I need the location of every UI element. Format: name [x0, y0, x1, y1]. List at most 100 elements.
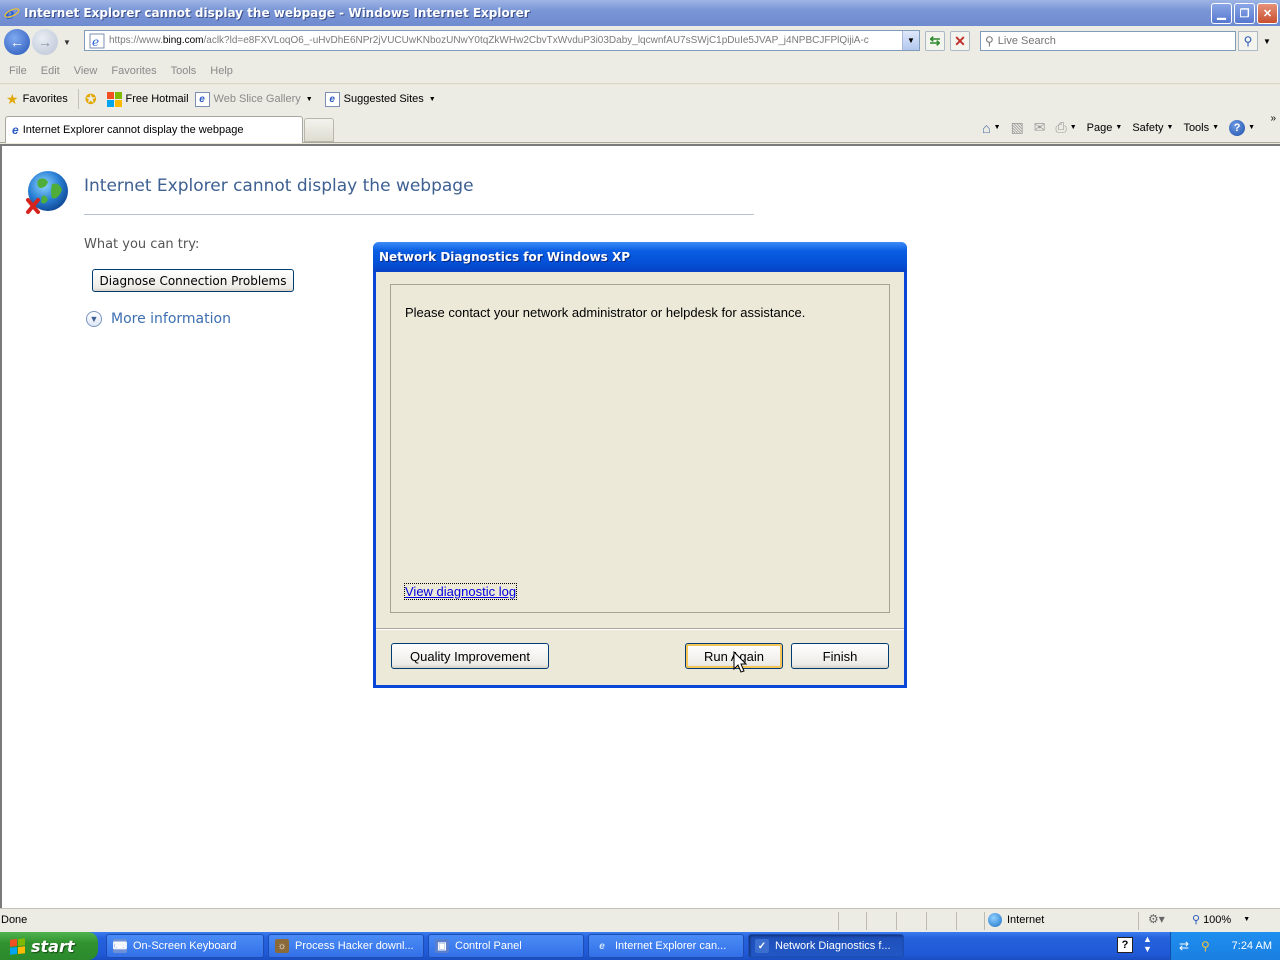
divider	[77, 89, 79, 109]
tab-row: e Internet Explorer cannot display the w…	[0, 113, 1280, 143]
magnifier-icon: ⚲	[1243, 34, 1253, 48]
home-button[interactable]: ⌂ ▼	[979, 120, 1003, 136]
page-menu[interactable]: Page ▼	[1084, 122, 1126, 134]
fav-free-hotmail[interactable]: Free Hotmail	[106, 91, 189, 107]
system-tray: ⇄ ⚲ 7:24 AM	[1170, 932, 1280, 960]
taskbar: start ⌨ On-Screen Keyboard ☼ Process Hac…	[0, 932, 1280, 960]
forward-arrow-icon: →	[38, 34, 52, 50]
scroll-arrows-icon[interactable]: ▲ ▼	[1143, 934, 1152, 954]
more-information-link[interactable]: ▼ More information	[86, 311, 231, 327]
taskbar-item-process-hacker[interactable]: ☼ Process Hacker downl...	[268, 934, 424, 958]
ie-page-icon: e	[324, 91, 340, 107]
finish-button[interactable]: Finish	[791, 643, 889, 669]
read-mail-button[interactable]: ✉	[1031, 119, 1049, 136]
search-tray-icon[interactable]: ⚲	[1201, 939, 1215, 953]
search-options-dropdown[interactable]: ▼	[1260, 31, 1274, 51]
windows-logo-icon	[106, 91, 122, 107]
status-divider	[866, 912, 867, 930]
maximize-button[interactable]: ❐	[1234, 3, 1255, 24]
zoom-level-label: 100%	[1203, 913, 1232, 926]
fav-suggested-label: Suggested Sites	[343, 93, 424, 105]
minimize-button[interactable]: ▁	[1211, 3, 1232, 24]
taskbar-item-onscreen-keyboard[interactable]: ⌨ On-Screen Keyboard	[106, 934, 264, 958]
network-diagnostics-icon: ✓	[755, 939, 769, 953]
close-button[interactable]: ✕	[1257, 3, 1278, 24]
taskbar-item-internet-explorer[interactable]: e Internet Explorer can...	[588, 934, 744, 958]
add-to-favorites-bar-button[interactable]: ✪	[85, 91, 101, 108]
new-tab-button[interactable]	[304, 118, 334, 142]
address-toolbar: ← → ▼ e https://www.bing.com/aclk?ld=e8F…	[0, 26, 1280, 58]
dialog-message-panel: Please contact your network administrato…	[390, 284, 890, 613]
safety-menu[interactable]: Safety ▼	[1129, 122, 1176, 134]
taskbar-item-network-diagnostics[interactable]: ✓ Network Diagnostics f...	[748, 934, 904, 958]
refresh-button[interactable]: ⇆	[925, 31, 945, 51]
status-divider	[838, 912, 839, 930]
add-favorite-star-icon: ✪	[84, 90, 97, 107]
mouse-cursor-icon	[733, 651, 748, 673]
fav-web-slice-gallery[interactable]: e Web Slice Gallery ▼	[194, 91, 313, 107]
dialog-title: Network Diagnostics for Windows XP	[373, 242, 907, 272]
zone-label: Internet	[1007, 914, 1045, 926]
menu-file[interactable]: File	[9, 65, 27, 77]
dialog-divider	[376, 628, 904, 630]
ie-logo-icon: e	[4, 5, 20, 21]
forward-button[interactable]: →	[32, 29, 58, 55]
home-icon: ⌂	[982, 119, 991, 136]
star-icon: ★	[6, 90, 19, 107]
toolbar-overflow-chevron-icon[interactable]: »	[1270, 113, 1276, 124]
address-bar[interactable]: e https://www.bing.com/aclk?ld=e8FXVLoqO…	[84, 30, 920, 51]
status-bar: Done Internet ⚙▾ ⚲ 100% ▼	[0, 908, 1280, 932]
safety-menu-label: Safety	[1132, 121, 1164, 134]
search-input[interactable]	[997, 35, 1218, 47]
security-zone[interactable]: Internet	[988, 913, 1044, 927]
tab-current[interactable]: e Internet Explorer cannot display the w…	[5, 116, 303, 143]
feeds-button[interactable]: ▧	[1008, 119, 1027, 136]
zoom-magnifier-icon: ⚲	[1192, 914, 1201, 926]
help-icon: ?	[1229, 119, 1246, 136]
menu-edit[interactable]: Edit	[41, 65, 60, 77]
back-button[interactable]: ←	[4, 29, 30, 55]
menu-favorites[interactable]: Favorites	[111, 65, 156, 77]
page-menu-label: Page	[1086, 121, 1113, 134]
window-title: Internet Explorer cannot display the web…	[24, 6, 530, 20]
window-titlebar: e Internet Explorer cannot display the w…	[0, 0, 1280, 26]
svg-text:e: e	[92, 35, 99, 49]
ie-tab-icon: e	[12, 123, 19, 137]
recent-pages-dropdown[interactable]: ▼	[63, 38, 71, 47]
address-dropdown-button[interactable]: ▼	[902, 31, 919, 50]
stop-button[interactable]: ✕	[950, 31, 970, 51]
taskbar-item-label: Internet Explorer can...	[615, 940, 727, 952]
process-hacker-icon: ☼	[275, 939, 289, 953]
taskbar-item-label: Control Panel	[455, 940, 522, 952]
zoom-level-button[interactable]: ⚲ 100% ▼	[1192, 913, 1250, 927]
menu-tools[interactable]: Tools	[171, 65, 197, 77]
tab-title: Internet Explorer cannot display the web…	[22, 124, 244, 136]
menu-bar: File Edit View Favorites Tools Help	[0, 58, 1280, 84]
help-tray-icon[interactable]: ?	[1117, 937, 1133, 953]
search-box[interactable]: ⚲	[980, 31, 1236, 51]
start-label: start	[31, 936, 75, 956]
protected-mode-icon[interactable]: ⚙▾	[1148, 912, 1165, 926]
globe-error-icon	[26, 171, 68, 214]
search-button[interactable]: ⚲	[1238, 31, 1258, 51]
favorites-button[interactable]: ★ Favorites	[6, 91, 68, 108]
favorites-bar: ★ Favorites ✪ Free Hotmail e Web Slice G…	[0, 85, 1280, 113]
what-you-can-try-label: What you can try:	[84, 237, 200, 252]
menu-view[interactable]: View	[74, 65, 98, 77]
menu-help[interactable]: Help	[210, 65, 233, 77]
rss-feed-icon: ▧	[1010, 119, 1024, 135]
network-diagnostics-dialog: Network Diagnostics for Windows XP Pleas…	[373, 242, 907, 688]
help-menu[interactable]: ? ▼	[1226, 119, 1258, 136]
network-tray-icon[interactable]: ⇄	[1179, 939, 1193, 953]
print-button[interactable]: ⎙ ▼	[1053, 119, 1080, 136]
expand-chevron-icon: ▼	[86, 311, 102, 327]
tools-menu[interactable]: Tools ▼	[1180, 122, 1222, 134]
taskbar-item-control-panel[interactable]: ▣ Control Panel	[428, 934, 584, 958]
quality-improvement-button[interactable]: Quality Improvement	[391, 643, 549, 669]
fav-suggested-sites[interactable]: e Suggested Sites ▼	[324, 91, 436, 107]
view-diagnostic-log-link[interactable]: View diagnostic log	[403, 583, 518, 600]
diagnose-connection-button[interactable]: Diagnose Connection Problems	[92, 269, 294, 292]
url-text[interactable]: https://www.bing.com/aclk?ld=e8FXVLoqO6_…	[109, 35, 904, 46]
start-button[interactable]: start	[0, 932, 98, 960]
clock[interactable]: 7:24 AM	[1232, 940, 1272, 952]
